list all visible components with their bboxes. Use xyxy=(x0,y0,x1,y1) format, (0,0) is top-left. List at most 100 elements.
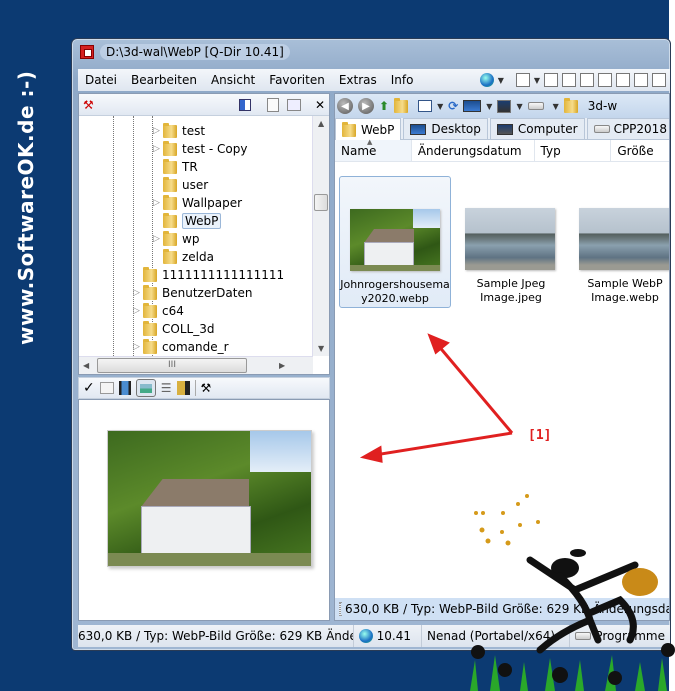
column-label: Typ xyxy=(540,143,561,158)
chevron-down-icon[interactable]: ▼ xyxy=(553,102,559,111)
refresh-doc-icon[interactable] xyxy=(266,97,279,112)
tree-item-label: COLL_3d xyxy=(162,322,215,336)
chevron-down-icon[interactable]: ▼ xyxy=(516,102,522,111)
status-location[interactable]: Programme xyxy=(570,625,670,647)
expand-icon[interactable]: ▷ xyxy=(133,288,143,298)
checkmark-icon[interactable]: ✓ xyxy=(83,380,95,396)
tree-item[interactable]: ▷ wp xyxy=(153,230,199,248)
grid-view-icon[interactable] xyxy=(238,98,251,111)
expand-icon[interactable]: ▷ xyxy=(153,198,163,208)
scroll-thumb[interactable] xyxy=(314,194,328,211)
search-window-icon[interactable] xyxy=(286,98,301,111)
tree-item[interactable]: user xyxy=(153,176,208,194)
scroll-left-icon[interactable]: ◀ xyxy=(83,361,89,370)
layout-2h-icon[interactable] xyxy=(616,73,630,87)
menu-favoriten[interactable]: Favoriten xyxy=(262,73,332,87)
zoom-preview-icon[interactable] xyxy=(99,382,114,394)
forward-button[interactable]: ▶ xyxy=(358,98,374,114)
tree-item[interactable]: COLL_3d xyxy=(133,320,214,338)
folder-icon xyxy=(163,176,177,192)
tree-vertical-scrollbar[interactable]: ▲ ▼ xyxy=(312,116,329,356)
file-item[interactable]: Johnrogershousema y2020.webp xyxy=(339,176,451,308)
video-icon[interactable] xyxy=(118,381,131,395)
layout-3b-icon[interactable] xyxy=(580,73,594,87)
status-info: 630,0 KB / Typ: WebP-Bild Größe: 629 KB … xyxy=(78,625,354,647)
tree-item[interactable]: TR xyxy=(153,158,198,176)
media-folder-icon[interactable] xyxy=(176,381,190,395)
expand-icon[interactable]: ▷ xyxy=(153,234,163,244)
back-button[interactable]: ◀ xyxy=(337,98,353,114)
menu-datei[interactable]: Datei xyxy=(78,73,124,87)
layout-3a-icon[interactable] xyxy=(562,73,576,87)
tree-item[interactable]: ▷ comande_r xyxy=(133,338,229,356)
column-date[interactable]: Änderungsdatum xyxy=(412,140,535,161)
folder-icon xyxy=(143,266,157,282)
desktop-icon xyxy=(410,123,427,135)
column-name[interactable]: ▲ Name xyxy=(335,138,412,161)
drive-icon[interactable] xyxy=(527,102,544,110)
scroll-right-icon[interactable]: ▶ xyxy=(279,361,285,370)
menu-bearbeiten[interactable]: Bearbeiten xyxy=(124,73,204,87)
chevron-down-icon[interactable]: ▼ xyxy=(486,102,492,111)
menu-extras[interactable]: Extras xyxy=(332,73,384,87)
tab-desktop[interactable]: Desktop xyxy=(403,118,488,139)
expand-icon[interactable]: ▷ xyxy=(153,144,163,154)
column-type[interactable]: Typ xyxy=(535,140,612,161)
desktop-icon[interactable] xyxy=(463,100,482,112)
layout-4-icon[interactable] xyxy=(544,73,558,87)
chevron-down-icon[interactable]: ▼ xyxy=(437,102,443,111)
address-path[interactable]: 3d-w xyxy=(588,99,617,113)
title-bar[interactable]: D:\3d-wal\WebP [Q-Dir 10.41] xyxy=(72,39,670,65)
folder-tree-pane: ⚒ ✕ ▷ test ▷ test - Copy TR user ▷ Wallpaper Web… xyxy=(78,93,330,375)
layout-rows-icon[interactable] xyxy=(652,73,666,87)
status-version[interactable]: 10.41 xyxy=(354,625,423,647)
tab-cpp2018-f[interactable]: CPP2018 (F:) xyxy=(586,118,669,139)
app-icon[interactable] xyxy=(80,45,94,59)
tree-horizontal-scrollbar[interactable]: ◀ III ▶ xyxy=(79,356,313,374)
file-thumbnail xyxy=(465,208,555,270)
refresh-icon[interactable]: ⟳ xyxy=(448,99,458,113)
scroll-up-icon[interactable]: ▲ xyxy=(318,119,324,128)
preview-tools-icon[interactable]: ⚒ xyxy=(201,381,212,395)
globe-icon[interactable] xyxy=(479,73,494,87)
image-icon xyxy=(139,383,152,393)
tree-item[interactable]: zelda xyxy=(153,248,214,266)
folder-icon xyxy=(342,121,356,137)
tab-computer[interactable]: Computer xyxy=(489,118,585,139)
status-user: Nenad (Portabel/x64) xyxy=(422,625,571,647)
tree-item[interactable]: 1111111111111111 xyxy=(133,266,284,284)
layout-cols-icon[interactable] xyxy=(634,73,648,87)
scroll-down-icon[interactable]: ▼ xyxy=(318,344,324,353)
tree-item[interactable]: ▷ test - Copy xyxy=(153,140,247,158)
folder-up-icon[interactable]: ⬆ xyxy=(379,99,389,113)
column-size[interactable]: Größe xyxy=(611,140,669,161)
layout-toolbar: ▼ ▼ xyxy=(479,73,670,87)
expand-icon[interactable]: ▷ xyxy=(133,342,143,352)
file-name-line1: Johnrogershousema xyxy=(340,278,450,291)
new-folder-icon[interactable] xyxy=(394,97,409,113)
image-preview-button[interactable] xyxy=(135,379,156,397)
expand-icon[interactable]: ▷ xyxy=(153,126,163,136)
file-item[interactable]: Sample Jpeg Image.jpeg xyxy=(455,176,567,308)
scroll-thumb[interactable]: III xyxy=(97,358,247,373)
chevron-down-icon[interactable]: ▼ xyxy=(498,76,504,85)
tree-item[interactable]: ▷ Wallpaper xyxy=(153,194,242,212)
view-mode-icon[interactable] xyxy=(418,100,433,112)
folder-icon xyxy=(143,320,157,336)
tree-item[interactable]: WebP xyxy=(153,212,222,230)
expand-icon[interactable]: ▷ xyxy=(133,306,143,316)
menu-ansicht[interactable]: Ansicht xyxy=(204,73,262,87)
chevron-down-icon[interactable]: ▼ xyxy=(534,76,540,85)
tree-item[interactable]: ▷ BenutzerDaten xyxy=(133,284,252,302)
tree-item[interactable]: ▷ c64 xyxy=(133,302,184,320)
menu-info[interactable]: Info xyxy=(384,73,421,87)
quad-layout-icon[interactable] xyxy=(515,73,530,87)
tree-item[interactable]: ▷ test xyxy=(153,122,205,140)
tab-label: WebP xyxy=(361,123,395,137)
layout-2v-icon[interactable] xyxy=(598,73,612,87)
file-item[interactable]: Sample WebP Image.webp xyxy=(569,176,669,308)
computer-icon[interactable] xyxy=(497,99,512,113)
tree-tools-icon[interactable]: ⚒ xyxy=(83,98,94,112)
list-icon[interactable]: ☰ xyxy=(161,381,172,395)
close-icon[interactable]: ✕ xyxy=(315,98,325,112)
